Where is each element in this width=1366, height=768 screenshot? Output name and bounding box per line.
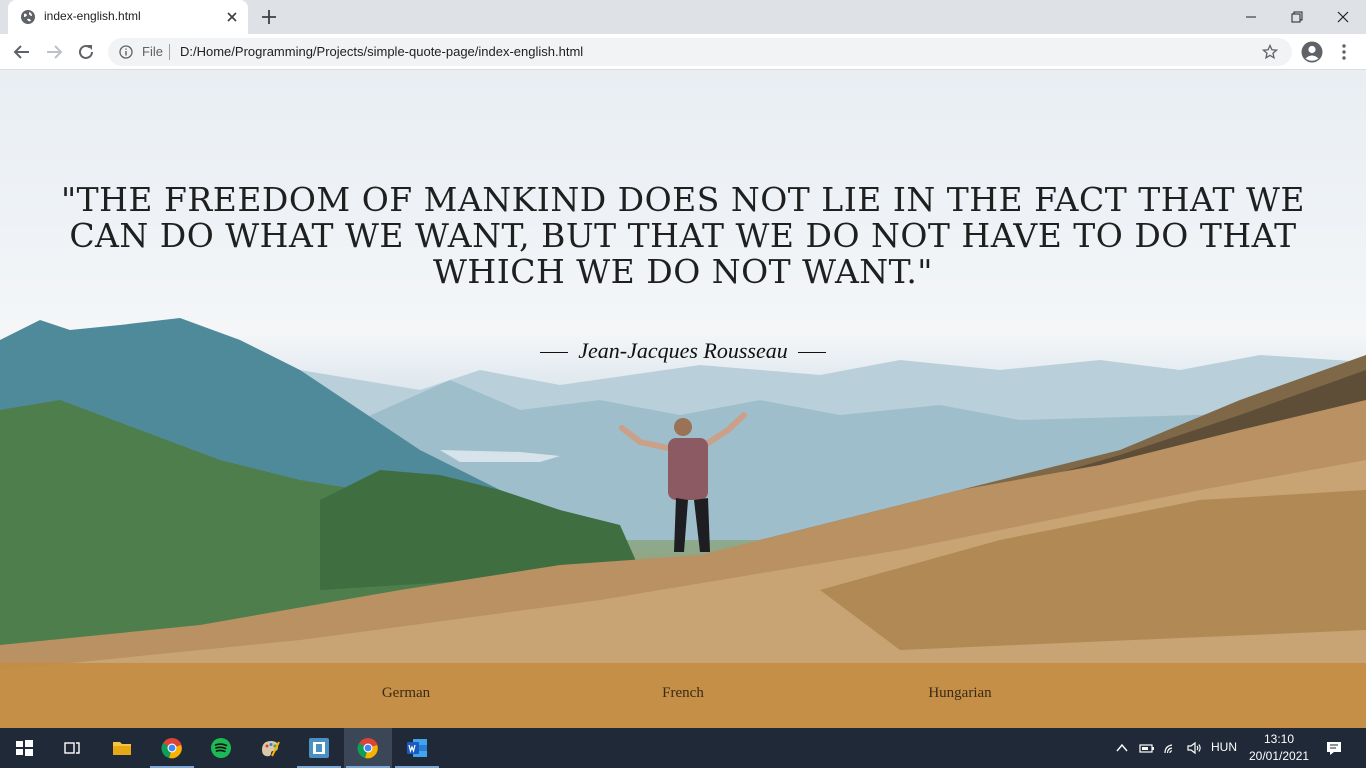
taskbar-paint[interactable]: [246, 728, 294, 768]
profile-avatar-icon[interactable]: [1301, 41, 1323, 63]
page-viewport: "The freedom of mankind does not lie in …: [0, 70, 1366, 728]
close-window-button[interactable]: [1332, 6, 1354, 28]
taskbar-spotify[interactable]: [197, 728, 245, 768]
taskbar-file-explorer[interactable]: [98, 728, 146, 768]
notification-center-icon[interactable]: [1325, 739, 1343, 757]
language-link-hungarian[interactable]: Hungarian: [928, 685, 991, 702]
task-view-button[interactable]: [48, 728, 96, 768]
chrome-icon: [161, 738, 182, 759]
terminal-icon: [309, 738, 329, 758]
author-dash-left: [540, 352, 569, 354]
taskbar-chrome[interactable]: [148, 728, 196, 768]
menu-kebab-icon[interactable]: [1337, 43, 1351, 61]
clock-time[interactable]: 13:10: [1264, 732, 1294, 746]
restore-button[interactable]: [1286, 6, 1308, 28]
tab-strip: index-english.html: [0, 0, 1366, 34]
wifi-icon[interactable]: [1163, 740, 1179, 756]
clock-date[interactable]: 20/01/2021: [1249, 749, 1309, 763]
bookmark-star-icon[interactable]: [1262, 44, 1278, 60]
reload-icon[interactable]: [76, 42, 96, 62]
url-text[interactable]: D:/Home/Programming/Projects/simple-quot…: [180, 44, 583, 59]
language-bar: German French Hungarian: [0, 663, 1366, 728]
minimize-button[interactable]: [1240, 6, 1262, 28]
forward-arrow-icon[interactable]: [44, 42, 64, 62]
quote-text: "The freedom of mankind does not lie in …: [60, 180, 1306, 291]
tab-title: index-english.html: [44, 9, 141, 23]
start-icon: [16, 740, 33, 756]
browser-toolbar: File D:/Home/Programming/Projects/simple…: [0, 34, 1366, 70]
chevron-up-icon[interactable]: [1114, 740, 1130, 756]
input-language-indicator[interactable]: HUN: [1211, 740, 1237, 754]
address-bar[interactable]: File D:/Home/Programming/Projects/simple…: [108, 38, 1292, 66]
windows-taskbar: HUN 13:10 20/01/2021: [0, 728, 1366, 768]
taskbar-terminal[interactable]: [295, 728, 343, 768]
close-tab-icon[interactable]: [224, 9, 240, 25]
battery-icon[interactable]: [1139, 740, 1155, 756]
scheme-label: File: [142, 44, 163, 59]
omnibox-divider: [169, 44, 170, 60]
spotify-icon: [211, 738, 231, 758]
task-view-icon: [64, 742, 80, 754]
paint-icon: [262, 741, 280, 757]
author-dash-right: [797, 352, 826, 354]
language-link-french[interactable]: French: [662, 685, 704, 702]
author-name: Jean-Jacques Rousseau: [578, 338, 788, 363]
mountain-background-image: [0, 318, 1366, 728]
back-arrow-icon[interactable]: [12, 42, 32, 62]
browser-tab[interactable]: index-english.html: [8, 0, 248, 34]
volume-icon[interactable]: [1186, 740, 1202, 756]
start-button[interactable]: [0, 728, 48, 768]
globe-icon: [21, 10, 35, 24]
word-icon: [407, 739, 427, 757]
new-tab-button[interactable]: [260, 8, 278, 26]
author-line: Jean-Jacques Rousseau: [0, 338, 1366, 364]
chrome-icon: [357, 738, 378, 759]
file-explorer-icon: [113, 742, 131, 755]
language-link-german[interactable]: German: [382, 685, 430, 702]
taskbar-word[interactable]: [393, 728, 441, 768]
taskbar-chrome-active[interactable]: [344, 728, 392, 768]
info-icon[interactable]: [119, 45, 133, 59]
